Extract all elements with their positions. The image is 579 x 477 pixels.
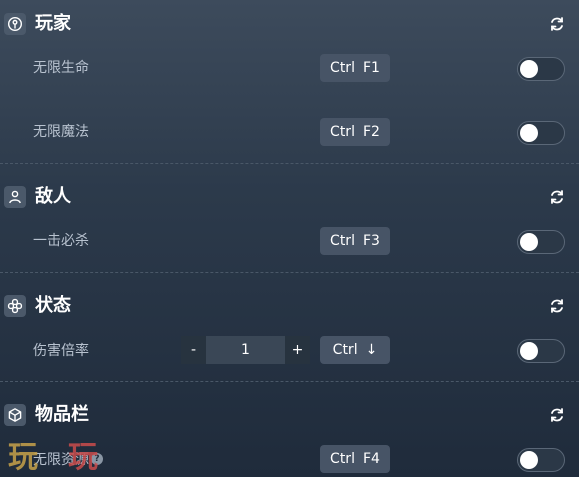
stepper-value-field[interactable]: 1 <box>206 336 285 364</box>
hotkey-infinite-health[interactable]: Ctrl F1 <box>320 54 390 82</box>
hotkey-key: F4 <box>362 451 380 467</box>
inventory-icon <box>4 404 26 426</box>
damage-multiplier-stepper: - 1 + <box>181 336 310 364</box>
stepper-decrement-button[interactable]: - <box>181 336 206 364</box>
status-icon <box>4 295 26 317</box>
section-header-player: 玩家 <box>0 9 579 39</box>
hotkey-key: F2 <box>362 124 380 140</box>
hotkey-mod: Ctrl <box>330 60 355 76</box>
toggle-infinite-mana[interactable] <box>517 121 565 145</box>
reset-icon[interactable] <box>548 297 566 315</box>
section-header-enemy: 敌人 <box>0 182 579 212</box>
enemy-icon <box>4 186 26 208</box>
toggle-knob <box>520 451 538 469</box>
row-label-one-hit-kill: 一击必杀 <box>33 233 89 249</box>
hotkey-mod: Ctrl <box>330 451 355 467</box>
row-label-infinite-health: 无限生命 <box>33 60 89 76</box>
row-label-damage-multiplier: 伤害倍率 <box>33 343 89 359</box>
section-title-enemy: 敌人 <box>35 186 71 207</box>
player-icon <box>4 13 26 35</box>
toggle-damage-multiplier[interactable] <box>517 339 565 363</box>
watermark-char: 玩 <box>68 440 128 475</box>
toggle-knob <box>520 342 538 360</box>
hotkey-infinite-mana[interactable]: Ctrl F2 <box>320 118 390 146</box>
reset-icon[interactable] <box>548 188 566 206</box>
hotkey-infinite-resources[interactable]: Ctrl F4 <box>320 445 390 473</box>
hotkey-mod: Ctrl <box>332 342 358 358</box>
section-title-player: 玩家 <box>35 13 71 34</box>
watermark-logo: 玩玩 <box>8 440 128 476</box>
reset-icon[interactable] <box>548 15 566 33</box>
reset-icon[interactable] <box>548 406 566 424</box>
stepper-increment-button[interactable]: + <box>285 336 310 364</box>
section-title-status: 状态 <box>35 295 71 316</box>
toggle-one-hit-kill[interactable] <box>517 230 565 254</box>
section-divider <box>0 381 579 382</box>
section-title-inventory: 物品栏 <box>35 404 89 425</box>
hotkey-damage-multiplier[interactable]: Ctrl ↓ <box>320 336 390 364</box>
hotkey-mod: Ctrl <box>330 124 355 140</box>
toggle-knob <box>520 124 538 142</box>
hotkey-one-hit-kill[interactable]: Ctrl F3 <box>320 227 390 255</box>
toggle-knob <box>520 60 538 78</box>
section-header-status: 状态 <box>0 291 579 321</box>
row-label-infinite-mana: 无限魔法 <box>33 124 89 140</box>
section-divider <box>0 163 579 164</box>
toggle-infinite-health[interactable] <box>517 57 565 81</box>
toggle-knob <box>520 233 538 251</box>
hotkey-key: F3 <box>362 233 380 249</box>
watermark-char: 玩 <box>8 440 68 475</box>
section-header-inventory: 物品栏 <box>0 400 579 430</box>
hotkey-key: ↓ <box>365 342 378 358</box>
hotkey-mod: Ctrl <box>330 233 355 249</box>
hotkey-key: F1 <box>362 60 380 76</box>
section-divider <box>0 272 579 273</box>
toggle-infinite-resources[interactable] <box>517 448 565 472</box>
